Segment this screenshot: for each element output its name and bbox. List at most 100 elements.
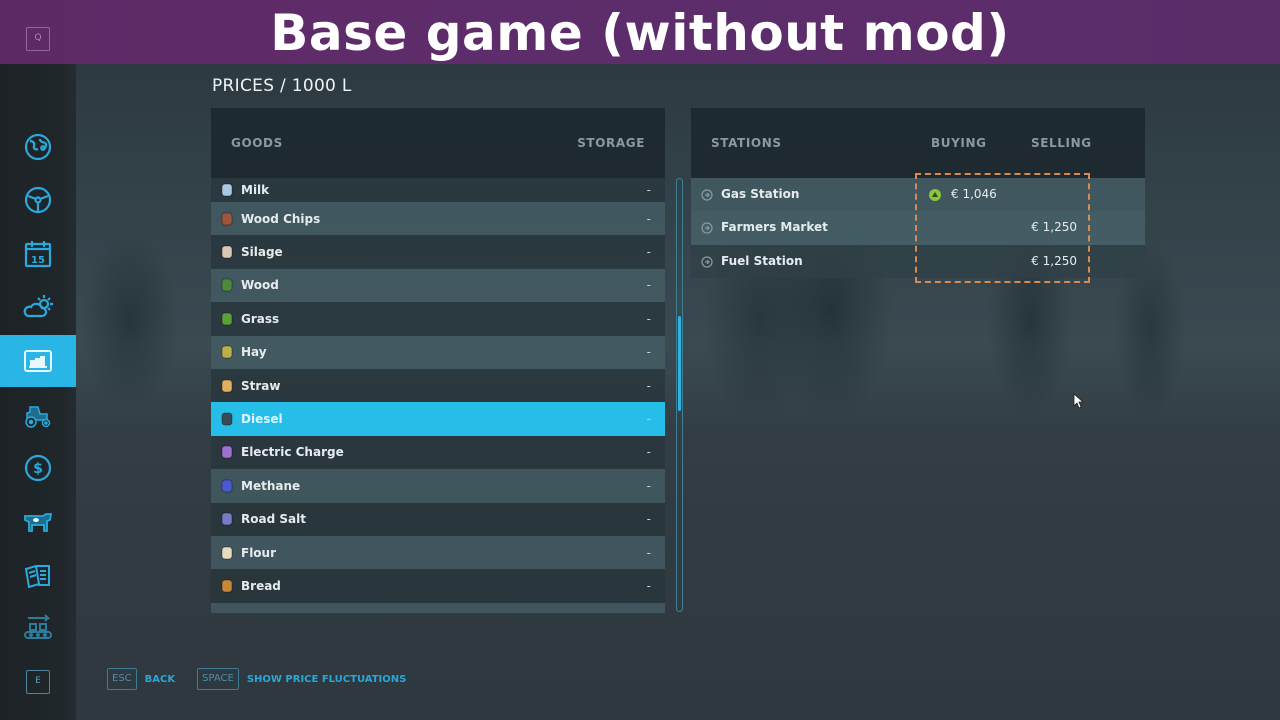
goods-storage: - xyxy=(646,211,651,226)
gas-bottle-icon xyxy=(217,476,237,496)
steering-wheel-icon xyxy=(24,186,52,214)
goods-row[interactable]: Diesel - xyxy=(211,402,665,436)
flour-icon xyxy=(217,543,237,563)
goods-name: Hay xyxy=(241,345,267,360)
sidebar-item-contracts[interactable] xyxy=(0,549,76,601)
station-name: Farmers Market xyxy=(721,220,828,235)
goods-name: Wood Chips xyxy=(241,211,321,226)
stations-table-header: STATIONS BUYING SELLING xyxy=(691,108,1145,178)
banner-title: Base game (without mod) xyxy=(270,4,1010,62)
goods-row[interactable]: Hay - xyxy=(211,335,665,369)
stations-column-header: STATIONS xyxy=(711,136,782,150)
weather-icon xyxy=(23,295,53,318)
goods-name: Flour xyxy=(241,545,277,560)
globe-map-icon xyxy=(24,133,52,161)
selling-column-header: SELLING xyxy=(1031,136,1092,150)
straw-icon xyxy=(217,376,237,396)
goods-scrollbar-thumb[interactable] xyxy=(678,316,681,411)
tree-icon xyxy=(217,275,237,295)
sidebar: 15 $ xyxy=(0,64,76,720)
goods-storage: - xyxy=(646,183,651,197)
wood-chips-icon xyxy=(217,209,237,229)
goods-storage: - xyxy=(646,412,651,427)
goods-row[interactable]: Silage - xyxy=(211,235,665,269)
goods-storage: - xyxy=(646,445,651,460)
page-title: PRICES / 1000 L xyxy=(212,76,352,96)
goods-table: GOODS STORAGE Milk - Wood Chips - Silage - Woo… xyxy=(211,108,665,613)
hotspot-icon xyxy=(701,222,713,234)
sidebar-item-prices[interactable] xyxy=(0,335,76,387)
battery-icon xyxy=(217,442,237,462)
space-key[interactable]: SPACE xyxy=(197,668,239,690)
dollar-icon: $ xyxy=(24,454,52,482)
calendar-icon: 15 xyxy=(24,241,52,268)
contracts-icon xyxy=(24,564,50,589)
sidebar-item-animals[interactable] xyxy=(0,496,76,548)
goods-name: Diesel xyxy=(241,412,283,427)
goods-storage: - xyxy=(646,378,651,393)
fuel-pump-icon xyxy=(217,409,237,429)
footer-actions: ESC BACK SPACE SHOW PRICE FLUCTUATIONS xyxy=(107,668,406,690)
tractor-icon xyxy=(25,406,51,428)
goods-name: Methane xyxy=(241,478,301,493)
goods-name: Road Salt xyxy=(241,512,306,527)
goods-row[interactable]: Wood Chips - xyxy=(211,202,665,236)
calendar-day: 15 xyxy=(31,255,45,266)
goods-name: Bread xyxy=(241,578,281,593)
goods-name: Electric Charge xyxy=(241,445,344,460)
esc-key[interactable]: ESC xyxy=(107,668,137,690)
goods-row[interactable]: Bread - xyxy=(211,569,665,603)
goods-row[interactable]: Methane - xyxy=(211,469,665,503)
goods-storage: - xyxy=(646,578,651,593)
station-name: Fuel Station xyxy=(721,253,803,268)
goods-storage: - xyxy=(646,478,651,493)
goods-row[interactable]: Grass - xyxy=(211,302,665,336)
goods-name: Silage xyxy=(241,245,283,260)
goods-row[interactable]: Road Salt - xyxy=(211,502,665,536)
storage-column-header: STORAGE xyxy=(577,136,645,150)
buying-column-header: BUYING xyxy=(931,136,987,150)
goods-column-header: GOODS xyxy=(231,136,283,150)
price-highlight-annotation xyxy=(915,173,1090,283)
sidebar-item-vehicles-overview[interactable] xyxy=(0,174,76,226)
road-salt-icon xyxy=(217,509,237,529)
goods-row[interactable]: Milk - xyxy=(211,178,665,202)
bread-icon xyxy=(217,576,237,596)
station-name: Gas Station xyxy=(721,187,800,201)
goods-storage: - xyxy=(646,278,651,293)
title-banner: Q Base game (without mod) xyxy=(0,0,1280,64)
goods-name: Straw xyxy=(241,378,281,393)
milk-icon xyxy=(217,180,237,200)
sidebar-item-map[interactable] xyxy=(0,121,76,173)
svg-text:$: $ xyxy=(33,461,43,477)
silage-icon xyxy=(217,242,237,262)
mouse-cursor-icon xyxy=(1073,393,1085,409)
goods-row[interactable]: Straw - xyxy=(211,368,665,403)
sidebar-item-calendar[interactable]: 15 xyxy=(0,228,76,280)
hay-icon xyxy=(217,342,237,362)
sidebar-item-vehicles[interactable] xyxy=(0,389,76,441)
goods-name: Grass xyxy=(241,311,280,326)
hotspot-icon xyxy=(701,256,713,268)
show-price-fluctuations-button[interactable]: SHOW PRICE FLUCTUATIONS xyxy=(247,674,407,685)
goods-name: Milk xyxy=(241,183,270,197)
goods-row[interactable]: Wood - xyxy=(211,268,665,303)
sidebar-item-weather[interactable] xyxy=(0,281,76,333)
back-button[interactable]: BACK xyxy=(145,674,175,685)
goods-storage: - xyxy=(646,512,651,527)
goods-storage: - xyxy=(646,311,651,326)
goods-storage: - xyxy=(646,545,651,560)
key-hint-e[interactable]: E xyxy=(26,670,50,694)
goods-list: Milk - Wood Chips - Silage - Wood - Grass - Hay - St… xyxy=(211,178,665,613)
sidebar-item-finances[interactable]: $ xyxy=(0,442,76,494)
goods-row[interactable]: Electric Charge - xyxy=(211,435,665,470)
goods-name: Wood xyxy=(241,278,279,293)
hotspot-icon xyxy=(701,189,713,201)
grass-icon xyxy=(217,309,237,329)
goods-row-partial[interactable] xyxy=(211,602,665,613)
cow-icon xyxy=(24,513,53,532)
goods-row[interactable]: Flour - xyxy=(211,535,665,570)
goods-table-header: GOODS STORAGE xyxy=(211,108,665,178)
prices-chart-icon xyxy=(24,350,52,372)
sidebar-item-production[interactable] xyxy=(0,602,76,654)
